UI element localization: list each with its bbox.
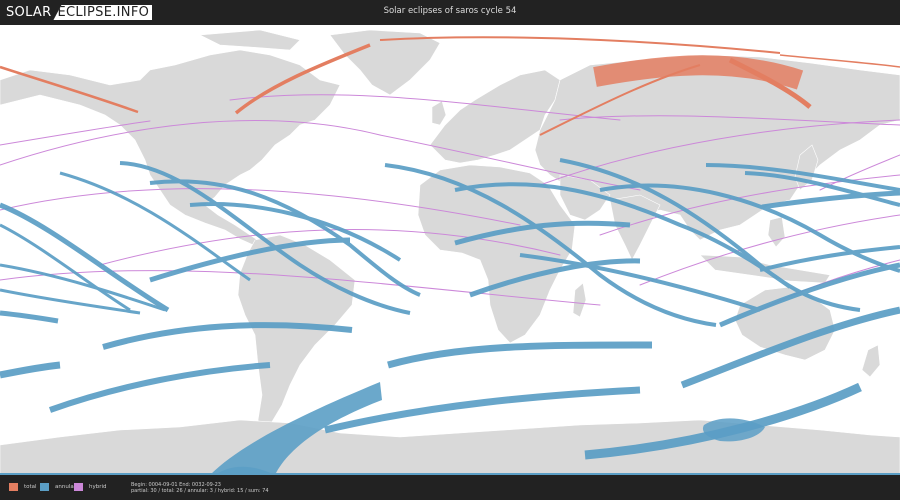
land-antarctica	[0, 419, 900, 476]
legend-swatch-hybrid	[74, 483, 83, 491]
footer-bar: total annular hybrid Begin: 0004-09-01 E…	[0, 475, 900, 500]
annular-track[interactable]	[0, 310, 59, 324]
legend-label-annular: annular	[55, 484, 76, 490]
land-new-zealand	[861, 344, 881, 378]
legend-label-total: total	[24, 484, 37, 490]
land-madagascar	[572, 282, 587, 318]
annular-track[interactable]	[0, 361, 61, 379]
hybrid-track[interactable]	[0, 120, 151, 146]
map-canvas	[0, 29, 900, 476]
header-bar: SOLAR ECLIPSE.INFO Solar eclipses of sar…	[0, 0, 900, 25]
saros-info: Begin: 0004-09-01 End: 0032-09-23 partia…	[131, 482, 269, 494]
page-title: Solar eclipses of saros cycle 54	[383, 6, 517, 16]
annular-track[interactable]	[759, 245, 900, 272]
legend-swatch-annular	[40, 483, 49, 491]
land-uk	[431, 100, 447, 126]
legend-item-hybrid: hybrid	[74, 483, 107, 491]
world-map[interactable]	[0, 25, 900, 476]
total-track[interactable]	[379, 36, 781, 54]
annular-track[interactable]	[48, 362, 271, 413]
legend-swatch-total	[9, 483, 18, 491]
annular-track[interactable]	[387, 341, 653, 369]
land-arctic-islands	[198, 29, 301, 51]
saros-counts: partial: 30 / total: 26 / annular: 3 / h…	[131, 488, 269, 494]
land-philippines	[767, 216, 786, 248]
legend-label-hybrid: hybrid	[89, 484, 107, 490]
land-india	[609, 194, 661, 261]
land-africa	[417, 164, 576, 344]
legend-item-annular: annular	[40, 483, 76, 491]
legend-item-total: total	[9, 483, 37, 491]
